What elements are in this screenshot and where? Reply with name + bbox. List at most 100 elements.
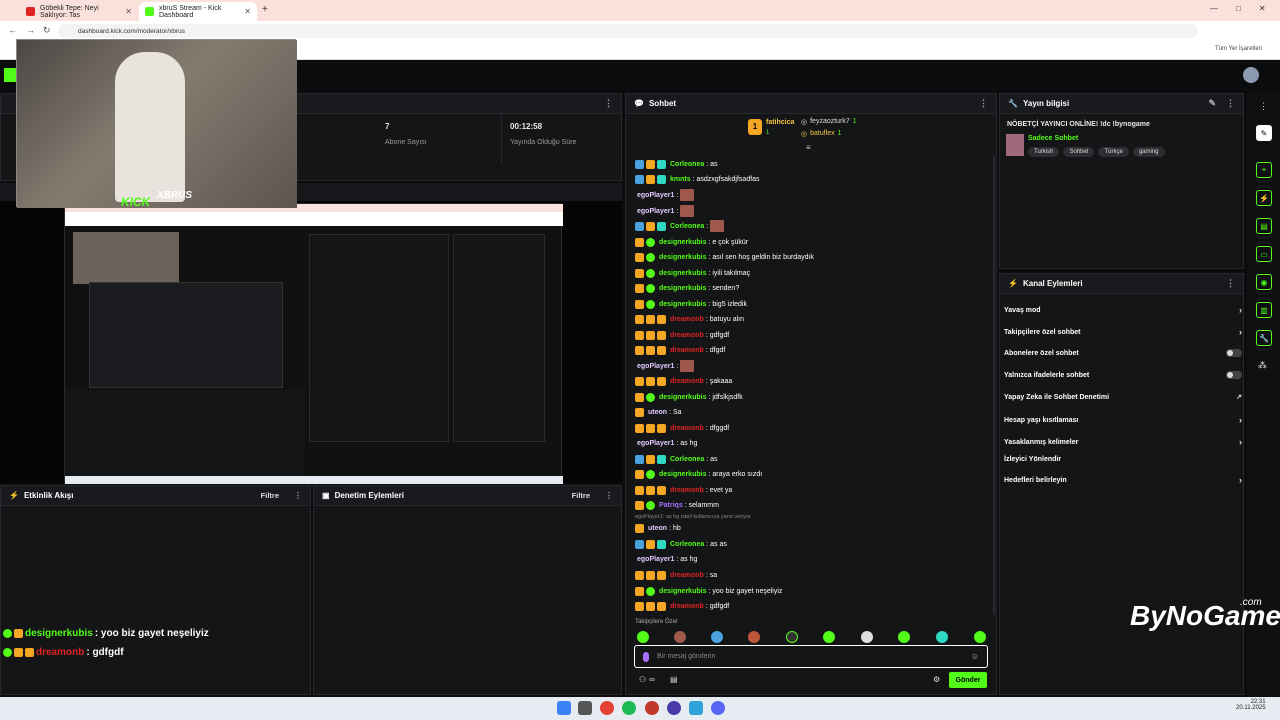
- emote[interactable]: [898, 631, 910, 643]
- people-icon[interactable]: ⚇: [639, 675, 646, 684]
- chat-username[interactable]: Patriqs: [659, 502, 683, 509]
- chat-message[interactable]: uteon: hb: [635, 522, 681, 534]
- discord-icon[interactable]: [711, 701, 725, 715]
- chat-username[interactable]: designerkubis: [659, 239, 706, 246]
- emote[interactable]: [786, 631, 798, 643]
- chat-username[interactable]: designerkubis: [659, 285, 706, 292]
- chat-message[interactable]: designerkubis: big5 izledik: [635, 298, 747, 310]
- back-icon[interactable]: ←: [8, 25, 17, 35]
- settings-icon[interactable]: ⚙: [933, 675, 940, 684]
- app-icon[interactable]: [645, 701, 659, 715]
- toggle-switch[interactable]: [1226, 371, 1242, 379]
- chat-message[interactable]: egoPlayer1: as hg: [635, 553, 697, 565]
- chat-input[interactable]: Bir mesaj gönderin ☺: [634, 645, 988, 668]
- chat-username[interactable]: designerkubis: [659, 471, 706, 478]
- stream-preview[interactable]: [0, 183, 622, 484]
- channel-action-row[interactable]: İzleyici Yönlendir: [1004, 456, 1242, 463]
- top-gifter-name[interactable]: fatihcica: [766, 119, 794, 126]
- chat-username[interactable]: designerkubis: [659, 301, 706, 308]
- chat-username[interactable]: dreamonb: [670, 603, 704, 610]
- emote[interactable]: [637, 631, 649, 643]
- chat-message[interactable]: dreamonb: dfggdf: [635, 422, 729, 434]
- chat-message[interactable]: egoPlayer1:: [635, 189, 695, 201]
- chat-message[interactable]: dreamonb: şakaaa: [635, 375, 732, 387]
- avatar[interactable]: [1243, 67, 1259, 83]
- chat-message[interactable]: designerkubis: araya erko sızdı: [635, 468, 762, 480]
- all-bookmarks[interactable]: Tüm Yer İşaretleri: [1215, 46, 1262, 52]
- chrome-icon[interactable]: [600, 701, 614, 715]
- store-icon[interactable]: ▤: [670, 675, 678, 684]
- chat-message[interactable]: Patriqs: selammm: [635, 499, 719, 511]
- chat-username[interactable]: uteon: [648, 409, 667, 416]
- chat-icon[interactable]: ▭: [1256, 246, 1272, 262]
- chat-username[interactable]: egoPlayer1: [637, 440, 674, 447]
- chat-username[interactable]: dreamonb: [670, 425, 704, 432]
- reload-icon[interactable]: ↻: [43, 25, 51, 36]
- emote[interactable]: [974, 631, 986, 643]
- more-icon[interactable]: ⋮: [1226, 98, 1235, 109]
- browser-tab-youtube[interactable]: Göbekli Tepe: Neyi Saklıyor: Tas ✕: [20, 2, 138, 21]
- chat-message[interactable]: designerkubis: e çok şükür: [635, 236, 748, 248]
- taskbar-clock[interactable]: 22:31 20.11.2025: [1236, 699, 1266, 711]
- address-bar[interactable]: dashboard.kick.com/moderator/xbrus: [58, 24, 1198, 38]
- chat-message[interactable]: uteon: Sa: [635, 406, 682, 418]
- channel-action-row[interactable]: Hesap yaşı kısıtlaması ›: [1004, 415, 1242, 425]
- chat-scrollbar[interactable]: [993, 155, 995, 615]
- close-window-button[interactable]: ✕: [1259, 4, 1266, 13]
- chat-username[interactable]: dreamonb: [670, 378, 704, 385]
- chat-username[interactable]: Corleonea: [670, 161, 704, 168]
- toggle-switch[interactable]: [1226, 349, 1242, 357]
- chat-username[interactable]: egoPlayer1: [637, 556, 674, 563]
- emote[interactable]: [748, 631, 760, 643]
- wrench-icon[interactable]: 🔧: [1256, 330, 1272, 346]
- broadcast-icon[interactable]: ◉: [1256, 274, 1272, 290]
- chat-username[interactable]: egoPlayer1: [637, 363, 674, 370]
- edit-icon[interactable]: ✎: [1208, 98, 1216, 109]
- channel-action-row[interactable]: Yasaklanmış kelimeler ›: [1004, 437, 1242, 447]
- channel-action-row[interactable]: Yapay Zeka ile Sohbet Denetimi ↗: [1004, 393, 1242, 402]
- chat-message[interactable]: egoPlayer1: as hg: [635, 437, 697, 449]
- more-icon[interactable]: ⋮: [294, 491, 302, 500]
- chat-message[interactable]: kmnts: asdzxgfsakdjfsadfas: [635, 173, 760, 185]
- edit-icon[interactable]: ✎: [1256, 125, 1272, 141]
- chat-username[interactable]: designerkubis: [659, 254, 706, 261]
- send-button[interactable]: Gönder: [949, 672, 987, 688]
- chat-username[interactable]: uteon: [648, 525, 667, 532]
- more-icon[interactable]: ⋮: [979, 98, 988, 109]
- chat-message[interactable]: Corleonea: as as: [635, 538, 727, 550]
- emote[interactable]: [711, 631, 723, 643]
- chat-username[interactable]: dreamonb: [670, 332, 704, 339]
- kick-logo-icon[interactable]: [4, 68, 16, 82]
- more-icon[interactable]: ⋮: [1259, 101, 1268, 112]
- chat-message[interactable]: Corleonea: as: [635, 453, 718, 465]
- more-icon[interactable]: ⋮: [1226, 278, 1235, 289]
- activity-filter-button[interactable]: Filtre: [261, 491, 279, 500]
- chat-message[interactable]: designerkubis: iyili takılmaç: [635, 267, 750, 279]
- category-name[interactable]: Sadece Sohbet: [1028, 135, 1078, 142]
- channel-action-row[interactable]: Abonelere özel sohbet: [1004, 349, 1242, 357]
- chat-message[interactable]: dreamonb: dfgdf: [635, 344, 725, 356]
- browser-tab-kick[interactable]: xbruS Stream - Kick Dashboard ✕: [139, 2, 257, 21]
- chat-message[interactable]: Corleonea:: [635, 220, 725, 232]
- chat-username[interactable]: dreamonb: [670, 316, 704, 323]
- channel-action-row[interactable]: Takipçilere özel sohbet ›: [1004, 327, 1242, 337]
- emoji-icon[interactable]: ☺: [971, 652, 979, 661]
- chat-message[interactable]: designerkubis: asıl sen hoş geldin biz b…: [635, 251, 814, 263]
- emote[interactable]: [823, 631, 835, 643]
- chat-message[interactable]: dreamonb: sa: [635, 569, 717, 581]
- chat-message[interactable]: dreamonb: batuyu alın: [635, 313, 744, 325]
- chat-message[interactable]: dreamonb: gdfgdf: [635, 329, 729, 341]
- new-tab-button[interactable]: +: [262, 4, 268, 15]
- channel-action-row[interactable]: Yalnızca ifadelerle sohbet: [1004, 371, 1242, 379]
- chat-message[interactable]: egoPlayer1:: [635, 360, 695, 372]
- channel-action-row[interactable]: Yavaş mod ›: [1004, 305, 1242, 315]
- chat-message[interactable]: egoPlayer1:: [635, 205, 695, 217]
- chat-message[interactable]: designerkubis: yoo biz gayet neşeliyiz: [635, 585, 782, 597]
- bolt-icon[interactable]: ⚡: [1256, 190, 1272, 206]
- chat-username[interactable]: egoPlayer1: [637, 208, 674, 215]
- chat-username[interactable]: designerkubis: [659, 588, 706, 595]
- target-icon[interactable]: ⌖: [1256, 162, 1272, 178]
- mic-icon[interactable]: [643, 651, 649, 662]
- emote[interactable]: [674, 631, 686, 643]
- forward-icon[interactable]: →: [26, 25, 35, 35]
